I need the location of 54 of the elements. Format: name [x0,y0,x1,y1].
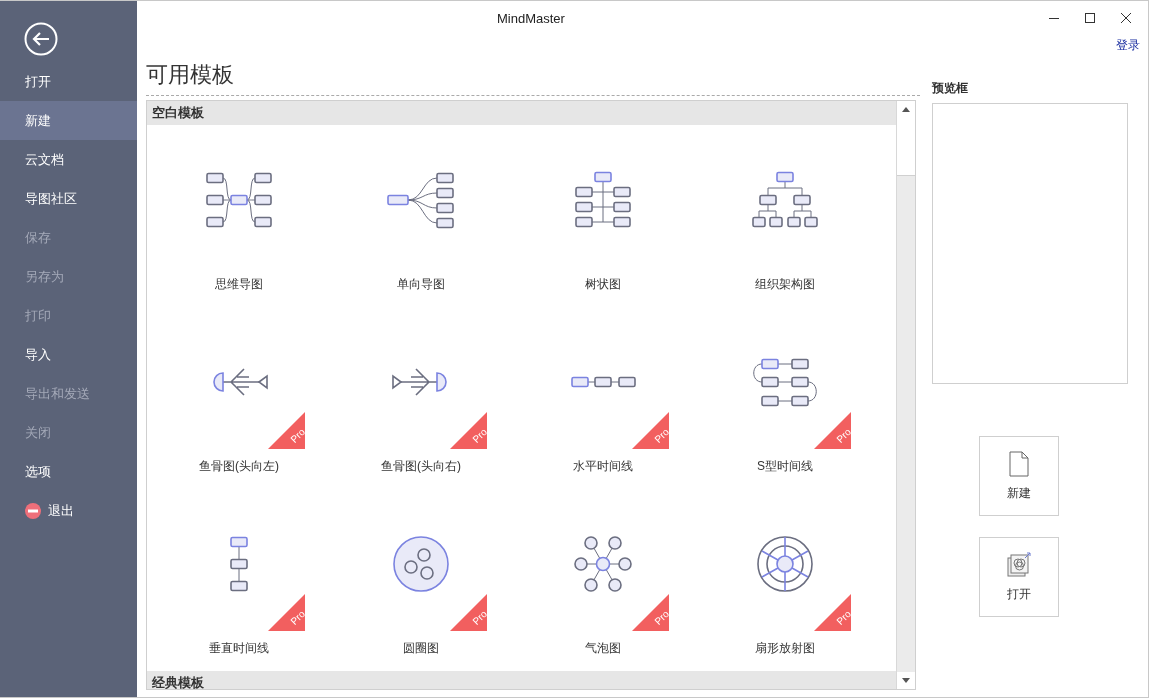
org-drawing [752,171,818,228]
mind-map-drawing [206,172,272,228]
template-tile[interactable]: 圆圈图 Pro [330,489,512,671]
template-tile[interactable]: 组织架构图 [694,125,876,307]
fishbone-left-drawing [213,368,268,396]
sidebar-item[interactable]: 选项 [0,452,137,491]
s-timeline-drawing [753,358,817,407]
open-button[interactable]: 打开 [979,537,1059,617]
fan-drawing [757,536,813,592]
page-heading: 可用模板 [146,61,920,96]
no-entry-icon [25,502,41,519]
scrollbar-thumb[interactable] [897,118,915,176]
template-tile[interactable]: 单向导图 [330,125,512,307]
scrollbar[interactable] [896,101,915,689]
sidebar-item[interactable]: 导图社区 [0,179,137,218]
folder-circles-icon [1007,552,1031,578]
scroll-up-icon[interactable] [897,101,915,118]
v-timeline-drawing [230,536,248,592]
one-way-drawing [387,172,454,229]
pro-badge: Pro [814,412,851,449]
template-tile[interactable]: 气泡图 Pro [512,489,694,671]
sidebar-item[interactable]: 退出 [0,491,137,530]
sidebar-item[interactable]: 导入 [0,335,137,374]
preview-label: 预览框 [932,81,969,95]
bubble-drawing [574,536,632,592]
new-button[interactable]: 新建 [979,436,1059,516]
pro-badge: Pro [268,594,305,631]
template-tile[interactable]: 水平时间线 Pro [512,307,694,489]
tree-drawing [575,171,631,228]
h-timeline-drawing [571,376,636,388]
scroll-down-icon[interactable] [897,672,915,689]
section-header: 空白模板 [147,101,896,125]
sidebar-item[interactable]: 新建 [0,101,137,140]
sidebar-item[interactable]: 云文档 [0,140,137,179]
template-tile[interactable]: 扇形放射图 Pro [694,489,876,671]
pro-badge: Pro [450,412,487,449]
template-tile[interactable]: 思维导图 [148,125,330,307]
section-header: 经典模板 [147,671,896,689]
pro-badge: Pro [450,594,487,631]
template-tile[interactable]: 垂直时间线 Pro [148,489,330,671]
circle-drawing [393,536,449,592]
sidebar-item[interactable]: 打开 [0,62,137,101]
window-title: MindMaster [497,10,565,26]
template-tile[interactable]: 鱼骨图(头向右) Pro [330,307,512,489]
template-tile[interactable]: S型时间线 Pro [694,307,876,489]
pro-badge: Pro [268,412,305,449]
template-tile[interactable]: 树状图 [512,125,694,307]
fishbone-right-drawing [392,368,447,396]
login-link[interactable]: 登录 [1116,37,1140,53]
template-tile[interactable]: 鱼骨图(头向左) Pro [148,307,330,489]
pro-badge: Pro [632,412,669,449]
pro-badge: Pro [814,594,851,631]
pro-badge: Pro [632,594,669,631]
document-icon [1007,451,1031,477]
